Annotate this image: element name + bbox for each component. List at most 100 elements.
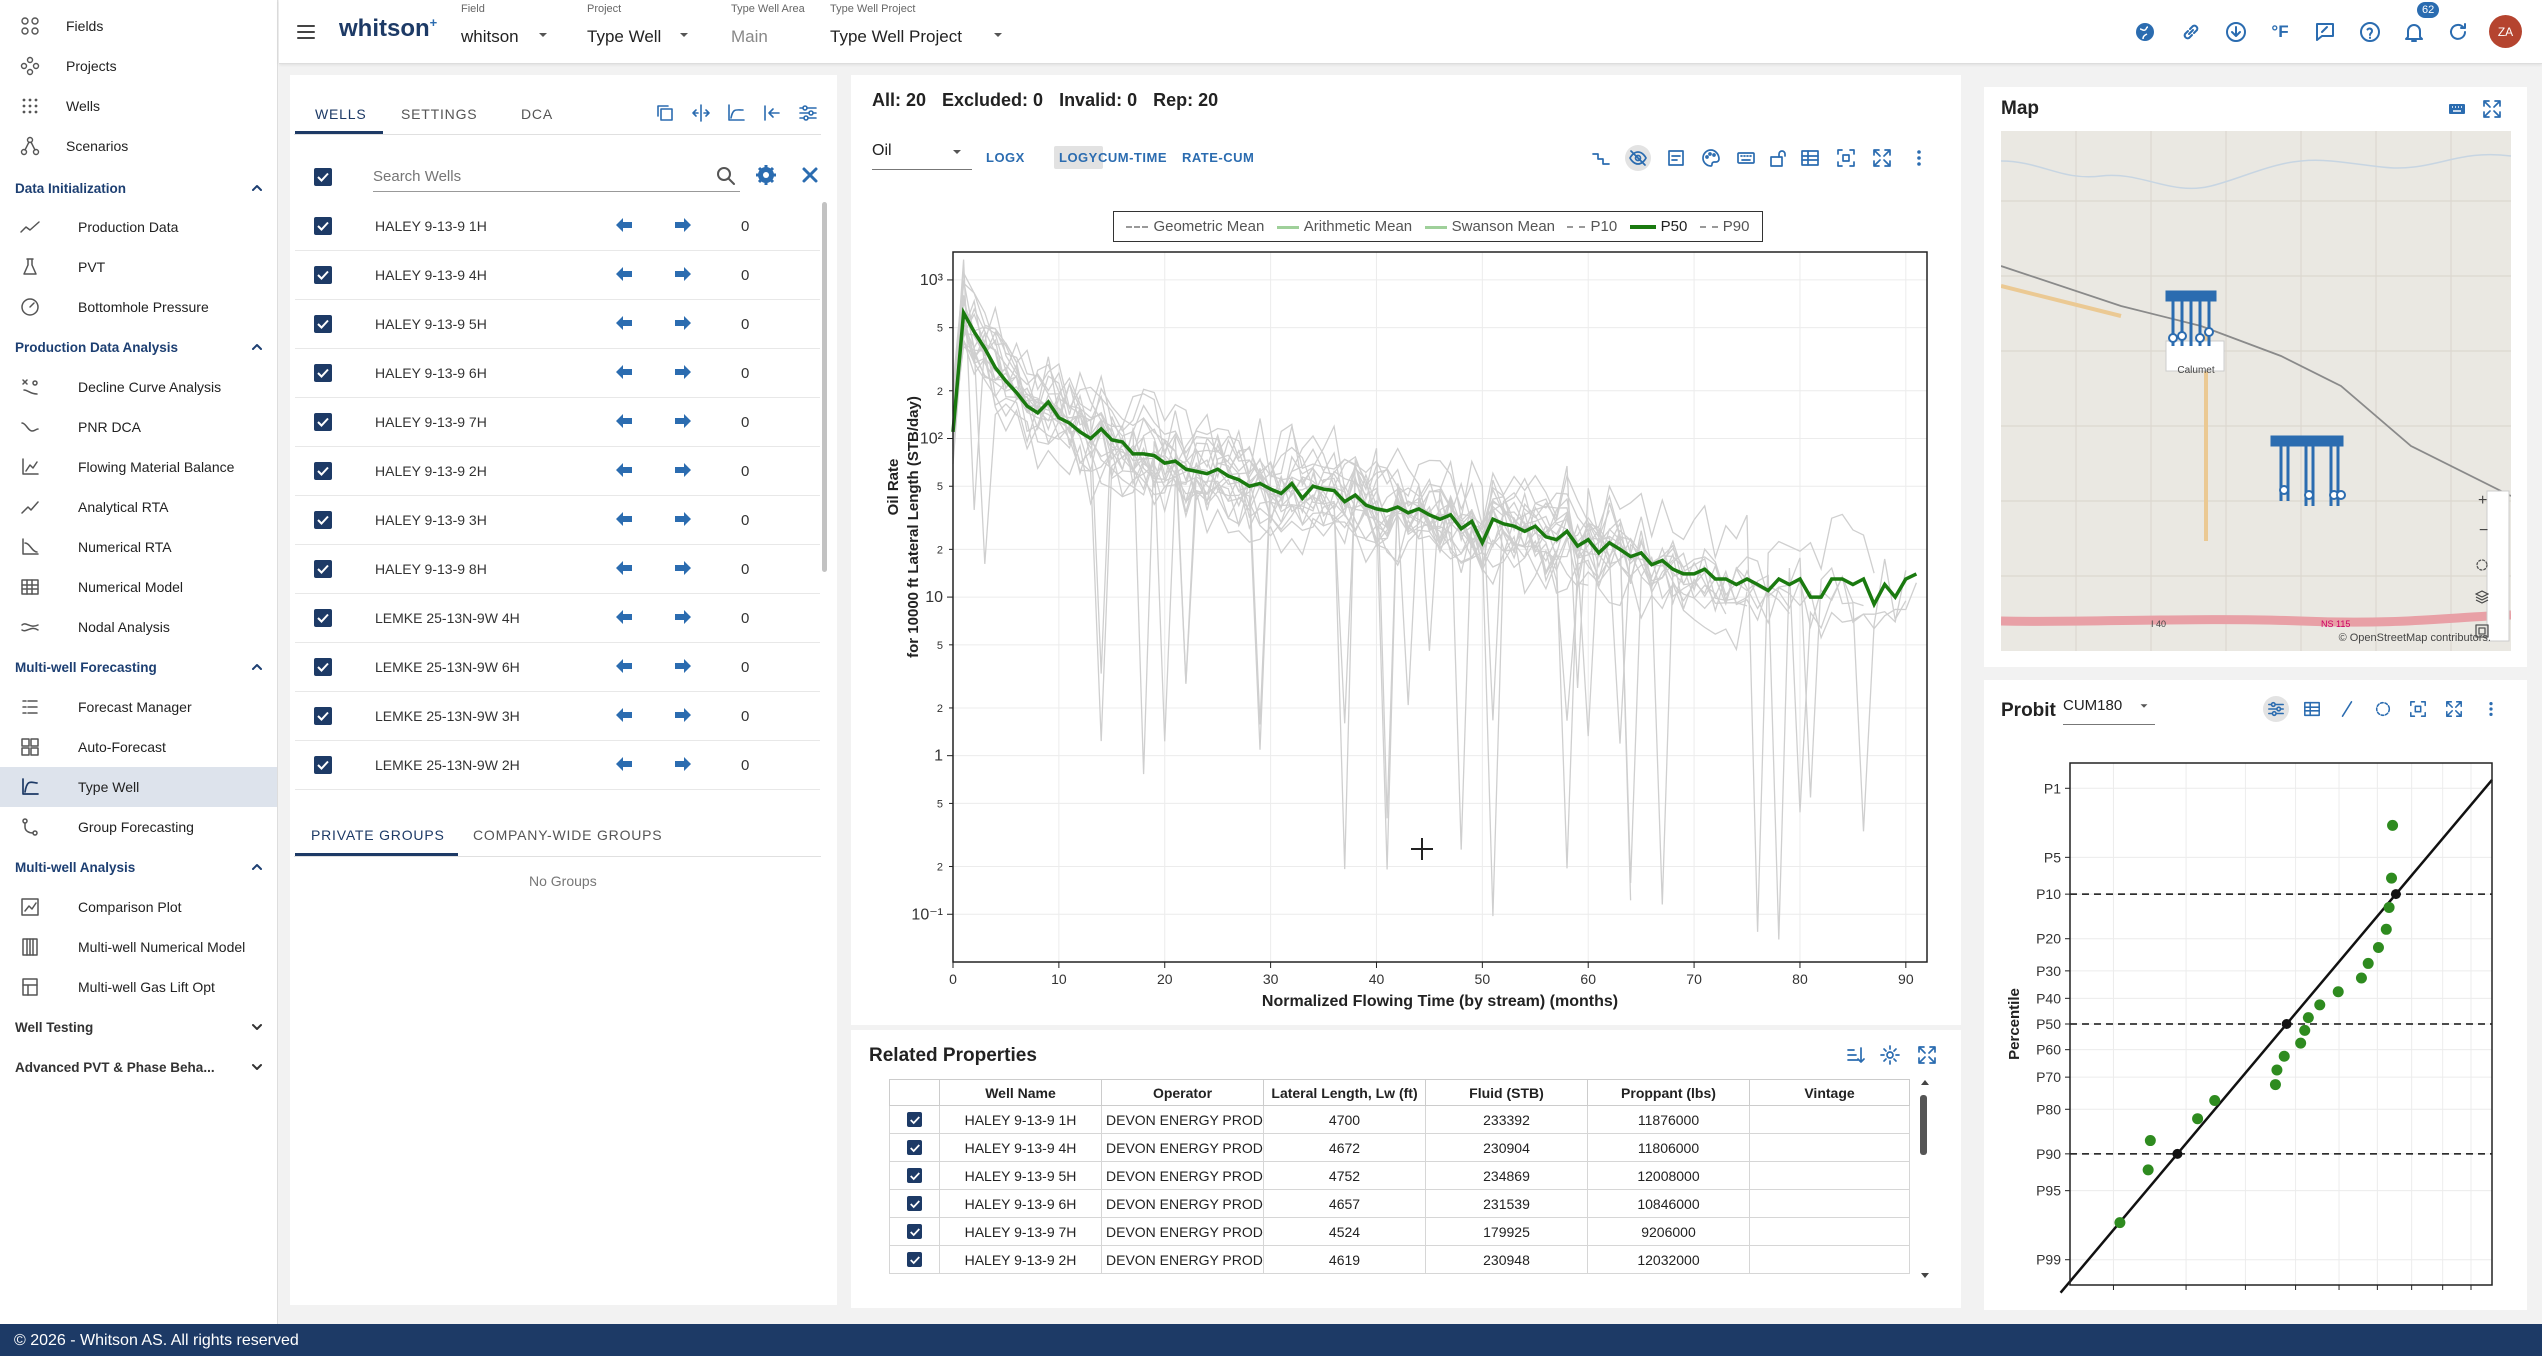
well-checkbox[interactable] [314, 364, 332, 382]
well-checkbox[interactable] [314, 707, 332, 725]
section-well-testing[interactable]: Well Testing [0, 1007, 277, 1047]
fullscreen-icon[interactable] [1869, 145, 1895, 171]
help-icon[interactable] [2356, 18, 2384, 46]
related-fullscreen-icon[interactable] [1914, 1042, 1940, 1068]
refresh-icon[interactable] [2444, 18, 2472, 46]
probit-point[interactable] [2209, 1095, 2221, 1107]
sidebar-item-nodal-analysis[interactable]: Nodal Analysis [0, 607, 277, 647]
arrow-right-icon[interactable] [673, 313, 693, 333]
well-row[interactable]: HALEY 9-13-9 3H 0 [295, 496, 820, 545]
legend-geometric-mean[interactable]: Geometric Mean [1126, 218, 1264, 235]
keyboard-icon[interactable] [1733, 145, 1759, 171]
collapse-left-icon[interactable] [759, 100, 785, 126]
arrow-right-icon[interactable] [673, 558, 693, 578]
arrow-right-icon[interactable] [673, 362, 693, 382]
probit-point[interactable] [2387, 819, 2399, 831]
well-checkbox[interactable] [314, 756, 332, 774]
well-row[interactable]: HALEY 9-13-9 2H 0 [295, 447, 820, 496]
sidebar-item-comparison-plot[interactable]: Comparison Plot [0, 887, 277, 927]
menu-icon[interactable] [296, 22, 316, 42]
arrow-right-icon[interactable] [673, 411, 693, 431]
well-checkbox[interactable] [314, 413, 332, 431]
zoom-in-icon[interactable]: + [2478, 492, 2487, 510]
more-vert-icon[interactable] [1906, 145, 1932, 171]
legend-swanson-mean[interactable]: Swanson Mean [1424, 218, 1555, 235]
probit-point[interactable] [2271, 1064, 2283, 1076]
tab-wells[interactable]: WELLS [315, 106, 366, 122]
arrow-left-icon[interactable] [614, 558, 634, 578]
probit-point[interactable] [2144, 1135, 2156, 1147]
sidebar-item-scenarios[interactable]: Scenarios [0, 126, 277, 166]
tab-company-wide-groups[interactable]: COMPANY-WIDE GROUPS [473, 827, 662, 843]
probit-fullscreen-icon[interactable] [2441, 696, 2467, 722]
close-icon[interactable] [800, 165, 820, 185]
probit-point[interactable] [2114, 1217, 2126, 1229]
section-production-data-analysis[interactable]: Production Data Analysis [0, 327, 277, 367]
twproject-dropdown-arrow-icon[interactable] [991, 28, 1005, 42]
sidebar-item-type-well[interactable]: Type Well [0, 767, 277, 807]
sidebar-item-numerical-rta[interactable]: Numerical RTA [0, 527, 277, 567]
sidebar-item-wells[interactable]: Wells [0, 86, 277, 126]
sidebar-item-analytical-rta[interactable]: Analytical RTA [0, 487, 277, 527]
well-checkbox[interactable] [314, 560, 332, 578]
split-columns-icon[interactable] [688, 100, 714, 126]
probit-point[interactable] [2314, 999, 2326, 1011]
logx-toggle[interactable]: LOGX [981, 146, 1030, 169]
zoom-out-icon[interactable]: − [2479, 522, 2488, 540]
sidebar-item-decline-curve-analysis[interactable]: Decline Curve Analysis [0, 367, 277, 407]
search-icon[interactable] [716, 166, 736, 186]
temperature-unit-icon[interactable]: °F [2266, 18, 2294, 46]
zoom-fit-icon[interactable] [1833, 145, 1859, 171]
layers-icon[interactable] [2475, 590, 2489, 604]
field-selector[interactable]: Field whitson [461, 0, 571, 64]
legend-p90[interactable]: P90 [1699, 218, 1749, 235]
visibility-off-icon[interactable] [1625, 145, 1651, 171]
lock-open-icon[interactable] [1765, 145, 1791, 171]
probit-point[interactable] [2332, 986, 2344, 998]
sidebar-item-pnr-dca[interactable]: PNR DCA [0, 407, 277, 447]
well-row[interactable]: LEMKE 25-13N-9W 2H 0 [295, 741, 820, 790]
section-data-initialization[interactable]: Data Initialization [0, 168, 277, 208]
sidebar-item-multiwell-numerical-model[interactable]: Multi-well Numerical Model [0, 927, 277, 967]
arrow-left-icon[interactable] [614, 411, 634, 431]
arrow-left-icon[interactable] [614, 656, 634, 676]
sidebar-item-pvt[interactable]: PVT [0, 247, 277, 287]
probit-point[interactable] [2142, 1164, 2154, 1176]
sidebar-item-multiwell-gas-lift[interactable]: Multi-well Gas Lift Opt [0, 967, 277, 1007]
sidebar-item-production-data[interactable]: Production Data [0, 207, 277, 247]
arrow-left-icon[interactable] [614, 264, 634, 284]
sidebar-item-group-forecasting[interactable]: Group Forecasting [0, 807, 277, 847]
col-well-name[interactable]: Well Name [939, 1079, 1102, 1106]
phase-select[interactable]: Oil [872, 142, 972, 170]
well-row[interactable]: LEMKE 25-13N-9W 4H 0 [295, 594, 820, 643]
row-checkbox-cell[interactable] [889, 1133, 940, 1162]
probit-zoom-fit-icon[interactable] [2405, 696, 2431, 722]
probit-point[interactable] [2380, 923, 2392, 935]
col-vintage[interactable]: Vintage [1749, 1079, 1910, 1106]
probit-point[interactable] [2386, 872, 2398, 884]
col-lateral-length[interactable]: Lateral Length, Lw (ft) [1263, 1079, 1426, 1106]
probit-point[interactable] [2372, 941, 2384, 953]
gear-icon[interactable] [755, 164, 777, 186]
arrow-right-icon[interactable] [673, 656, 693, 676]
table-scroll-up-icon[interactable] [1920, 1078, 1929, 1090]
row-checkbox-cell[interactable] [889, 1217, 940, 1246]
well-row[interactable]: LEMKE 25-13N-9W 3H 0 [295, 692, 820, 741]
well-row[interactable]: HALEY 9-13-9 4H 0 [295, 251, 820, 300]
arrow-right-icon[interactable] [673, 460, 693, 480]
type-well-area-selector[interactable]: Type Well Area Main [731, 0, 811, 64]
arrow-left-icon[interactable] [614, 313, 634, 333]
probit-point[interactable] [2302, 1012, 2314, 1024]
chart-icon[interactable] [723, 100, 749, 126]
well-row[interactable]: HALEY 9-13-9 5H 0 [295, 300, 820, 349]
table-scrollbar[interactable] [1920, 1095, 1927, 1155]
tab-settings[interactable]: SETTINGS [401, 106, 477, 122]
probit-point[interactable] [2362, 957, 2374, 969]
table-icon[interactable] [1797, 145, 1823, 171]
table-row[interactable]: HALEY 9-13-9 1HDEVON ENERGY PRODUC470023… [889, 1105, 1910, 1134]
table-row[interactable]: HALEY 9-13-9 7HDEVON ENERGY PRODUC452417… [889, 1217, 1910, 1246]
probit-point[interactable] [2383, 901, 2395, 913]
legend-arithmetic-mean[interactable]: Arithmetic Mean [1276, 218, 1412, 235]
probit-point[interactable] [2278, 1050, 2290, 1062]
field-dropdown-arrow-icon[interactable] [536, 28, 550, 42]
